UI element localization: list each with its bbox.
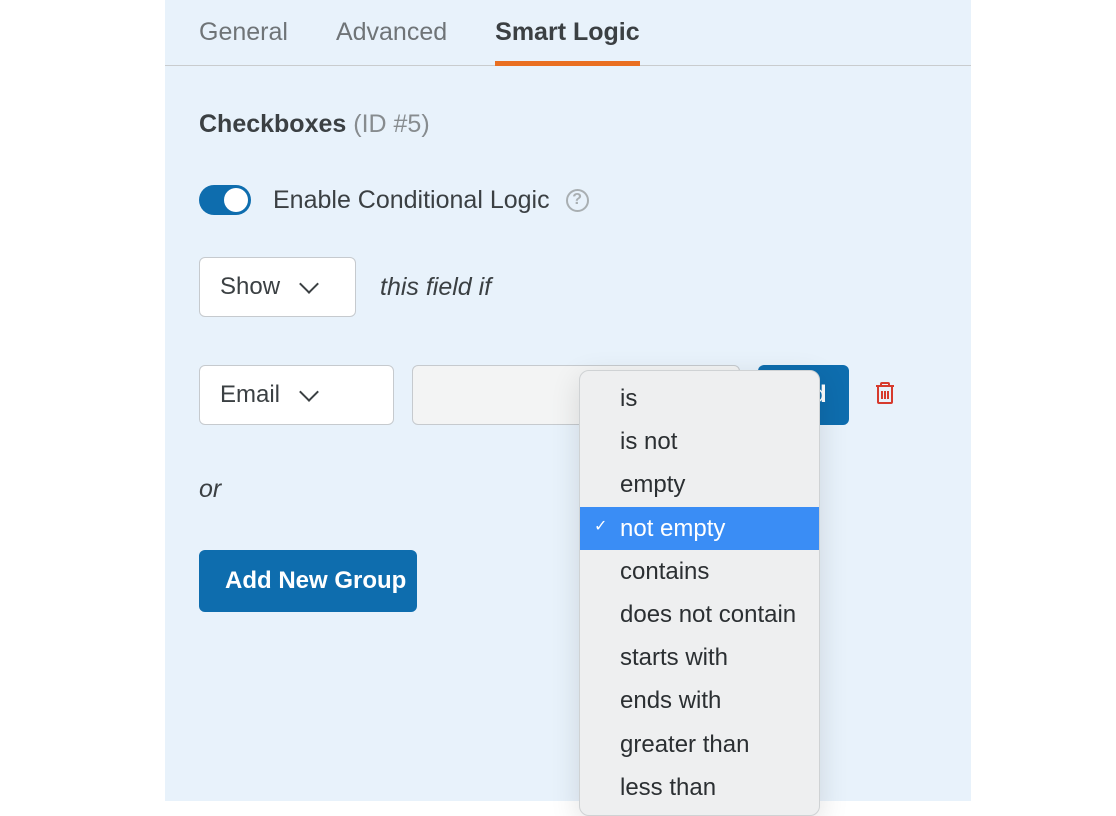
enable-conditional-toggle[interactable]: [199, 185, 251, 215]
toggle-knob: [224, 188, 248, 212]
operator-option[interactable]: is: [580, 377, 819, 420]
chevron-down-icon: [299, 382, 319, 402]
operator-option[interactable]: contains: [580, 550, 819, 593]
enable-label: Enable Conditional Logic: [273, 186, 550, 215]
field-heading: Checkboxes (ID #5): [165, 66, 971, 139]
tab-advanced[interactable]: Advanced: [336, 18, 447, 66]
tab-smart-logic[interactable]: Smart Logic: [495, 18, 639, 66]
settings-panel: General Advanced Smart Logic Checkboxes …: [165, 0, 971, 801]
action-row: Show this field if: [165, 215, 971, 317]
help-icon[interactable]: ?: [566, 189, 589, 212]
action-suffix-text: this field if: [380, 273, 491, 302]
enable-row: Enable Conditional Logic ?: [165, 139, 971, 215]
operator-option[interactable]: is not: [580, 420, 819, 463]
operator-option[interactable]: starts with: [580, 636, 819, 679]
condition-field-value: Email: [220, 381, 280, 409]
operator-option[interactable]: greater than: [580, 723, 819, 766]
operator-option[interactable]: ends with: [580, 679, 819, 722]
chevron-down-icon: [299, 274, 319, 294]
operator-option[interactable]: empty: [580, 463, 819, 506]
operator-dropdown[interactable]: isis notemptynot emptycontainsdoes not c…: [579, 370, 820, 816]
action-select[interactable]: Show: [199, 257, 356, 317]
add-new-group-button[interactable]: Add New Group: [199, 550, 417, 612]
tab-general[interactable]: General: [199, 18, 288, 66]
or-label: or: [165, 425, 971, 504]
operator-option[interactable]: does not contain: [580, 593, 819, 636]
operator-option[interactable]: less than: [580, 766, 819, 809]
field-name: Checkboxes: [199, 110, 346, 138]
add-group-row: Add New Group: [165, 504, 971, 612]
condition-field-select[interactable]: Email: [199, 365, 394, 425]
field-id: (ID #5): [353, 110, 429, 138]
tab-bar: General Advanced Smart Logic: [165, 0, 971, 66]
trash-icon[interactable]: [873, 380, 897, 411]
condition-row: Email And: [165, 317, 971, 425]
action-select-value: Show: [220, 273, 280, 301]
operator-option[interactable]: not empty: [580, 507, 819, 550]
